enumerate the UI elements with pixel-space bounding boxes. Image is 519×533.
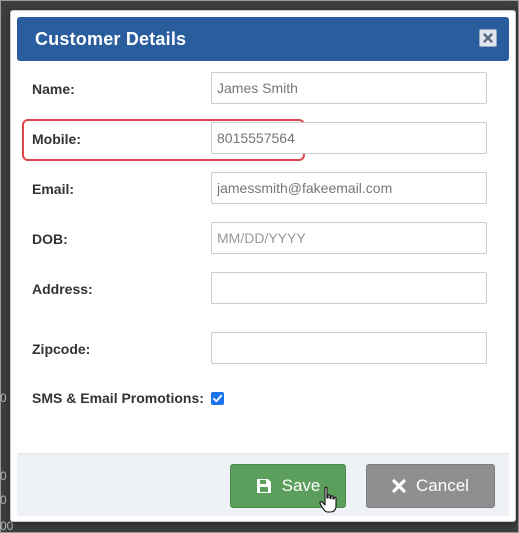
zipcode-label: Zipcode: xyxy=(32,341,91,357)
background-text: 0 xyxy=(0,391,7,405)
email-field[interactable] xyxy=(211,172,487,204)
save-button[interactable]: Save xyxy=(230,464,346,508)
name-field[interactable] xyxy=(211,72,487,104)
customer-details-dialog: Customer Details Name: Mobile: Email: DO… xyxy=(10,10,516,522)
background-text: 0 xyxy=(0,469,7,483)
dialog-header: Customer Details xyxy=(17,17,509,61)
close-button[interactable] xyxy=(479,29,497,47)
save-icon xyxy=(256,479,271,493)
dialog-footer: Save Cancel xyxy=(17,453,509,516)
name-label: Name: xyxy=(32,81,75,97)
close-icon xyxy=(483,33,493,43)
checkmark-icon xyxy=(212,394,223,403)
dialog-title: Customer Details xyxy=(35,29,187,49)
cancel-button[interactable]: Cancel xyxy=(366,464,495,508)
address-label: Address: xyxy=(32,281,93,297)
email-label: Email: xyxy=(32,181,75,197)
background-text: 0 xyxy=(0,493,7,507)
mobile-label: Mobile: xyxy=(32,131,81,147)
close-icon xyxy=(392,479,406,493)
address-field[interactable] xyxy=(211,272,487,304)
promotions-label: SMS & Email Promotions: xyxy=(32,390,204,406)
dob-field[interactable] xyxy=(211,222,487,254)
dob-label: DOB: xyxy=(32,231,68,247)
zipcode-field[interactable] xyxy=(211,332,487,364)
mobile-field[interactable] xyxy=(211,122,487,154)
promotions-checkbox[interactable] xyxy=(211,392,224,405)
cancel-button-label: Cancel xyxy=(416,476,469,495)
save-button-label: Save xyxy=(281,476,321,495)
